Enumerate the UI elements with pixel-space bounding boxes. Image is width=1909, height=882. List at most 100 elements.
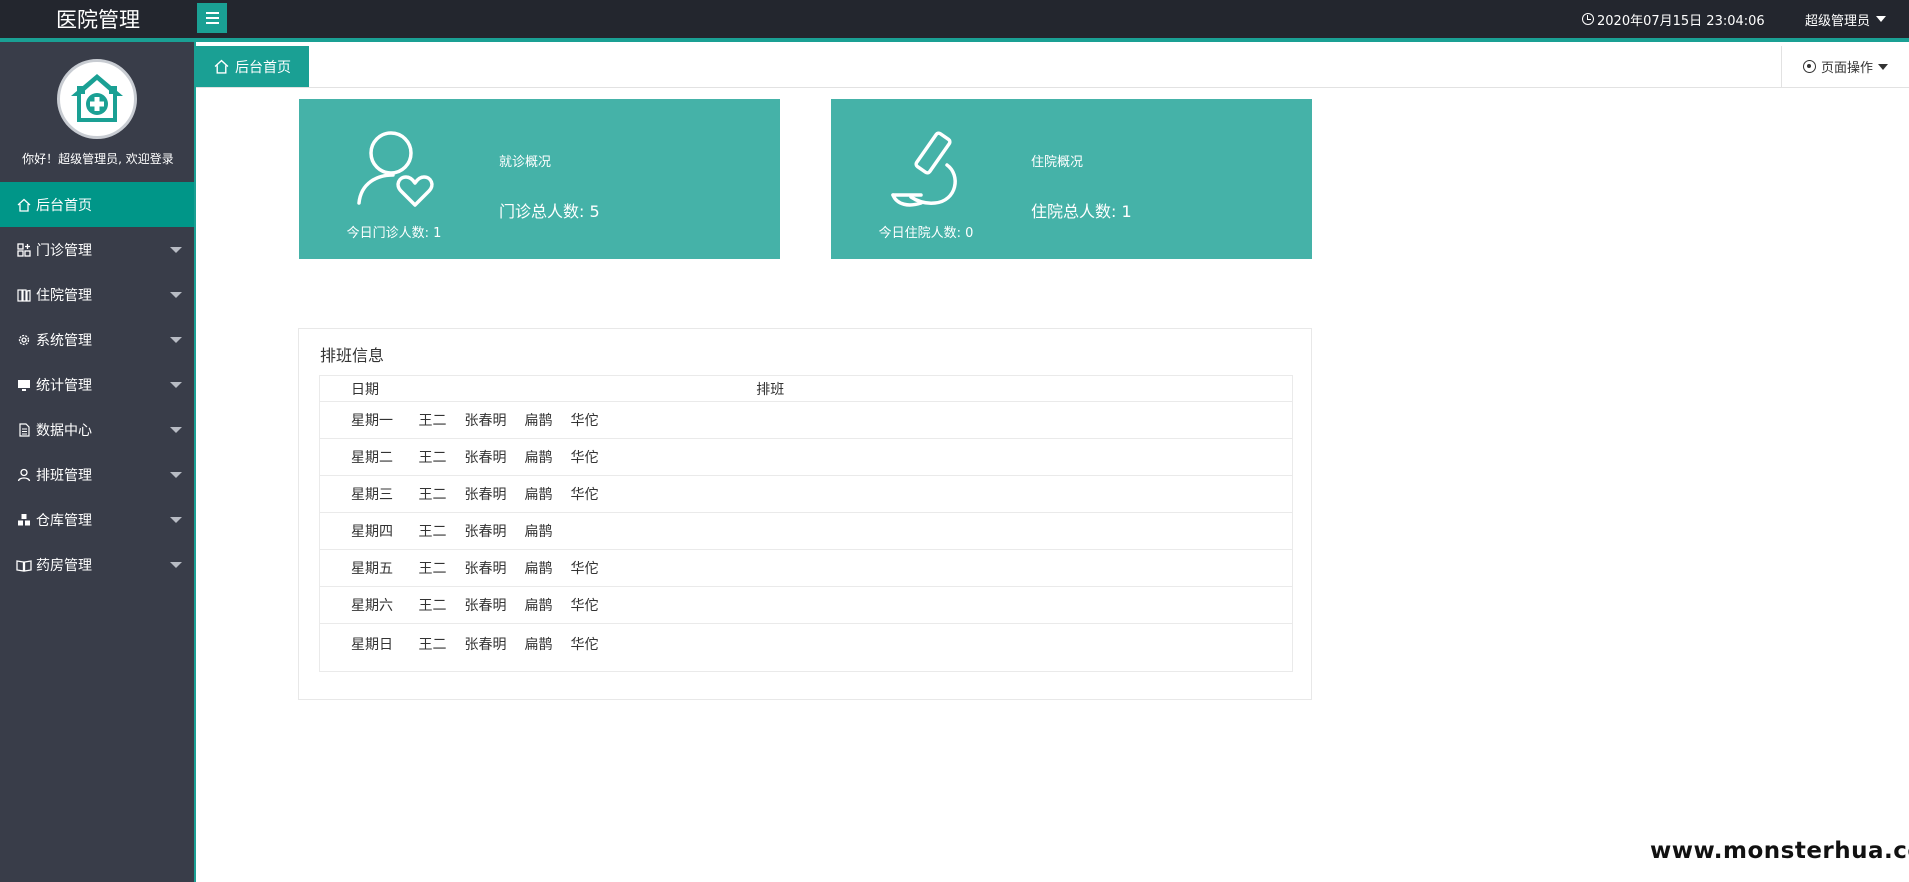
user-menu[interactable]: 超级管理员 bbox=[1805, 0, 1887, 38]
staff-name: 王二 bbox=[418, 450, 447, 466]
schedule-panel: 排班信息 日期 排班 星期一 王二 张春明 扁鹊 华佗 星期二 王二 张春明 扁鹊 华佗 bbox=[298, 328, 1312, 700]
hamburger-icon-line bbox=[205, 22, 219, 24]
names-cell: 王二 张春明 扁鹊 华佗 bbox=[418, 475, 1293, 513]
chevron-down-icon bbox=[1876, 16, 1887, 22]
monitor-icon bbox=[16, 377, 32, 393]
outpatient-overview-card: 今日门诊人数: 1 就诊概况 门诊总人数: 5 bbox=[299, 99, 780, 259]
staff-name: 张春明 bbox=[464, 598, 507, 614]
staff-name: 王二 bbox=[418, 637, 447, 653]
chevron-down-icon bbox=[1878, 63, 1888, 70]
staff-name: 华佗 bbox=[570, 637, 599, 653]
top-bar: 医院管理 2020年07月15日 23:04:06 超级管理员 bbox=[0, 0, 1909, 42]
staff-name: 扁鹊 bbox=[524, 524, 553, 540]
sidebar-item-label: 仓库管理 bbox=[36, 512, 92, 529]
table-row: 星期一 王二 张春明 扁鹊 华佗 bbox=[319, 401, 1293, 439]
staff-name: 张春明 bbox=[464, 450, 507, 466]
sidebar-item-label: 住院管理 bbox=[36, 287, 92, 304]
home-icon bbox=[16, 197, 32, 213]
staff-name: 张春明 bbox=[464, 524, 507, 540]
today-outpatient-count: 今日门诊人数: 1 bbox=[346, 226, 442, 241]
staff-name: 扁鹊 bbox=[524, 450, 553, 466]
app-title: 医院管理 bbox=[56, 8, 140, 32]
welcome-text: 你好！超级管理员, 欢迎登录 bbox=[22, 152, 174, 166]
staff-name: 华佗 bbox=[570, 487, 599, 503]
sidebar-item-label: 门诊管理 bbox=[36, 242, 92, 259]
staff-name: 扁鹊 bbox=[524, 561, 553, 577]
watermark: www.monsterhua.com bbox=[1650, 838, 1909, 864]
chevron-down-icon bbox=[170, 292, 182, 298]
user-icon bbox=[16, 467, 32, 483]
microscope-icon bbox=[891, 131, 957, 207]
staff-name: 王二 bbox=[418, 524, 447, 540]
staff-name: 扁鹊 bbox=[524, 598, 553, 614]
sidebar-item-home[interactable]: 后台首页 bbox=[0, 182, 194, 227]
sidebar-item-scheduling[interactable]: 排班管理 bbox=[0, 452, 194, 497]
card-title: 就诊概况 bbox=[499, 155, 552, 170]
staff-name: 张春明 bbox=[464, 561, 507, 577]
staff-name: 张春明 bbox=[464, 413, 507, 429]
chevron-down-icon bbox=[170, 562, 182, 568]
table-row: 星期四 王二 张春明 扁鹊 bbox=[319, 512, 1293, 550]
sidebar-item-label: 后台首页 bbox=[36, 197, 92, 214]
column-header-date: 日期 bbox=[319, 375, 419, 402]
page-operations-label: 页面操作 bbox=[1820, 61, 1873, 76]
book-icon bbox=[16, 287, 32, 303]
staff-name: 扁鹊 bbox=[524, 487, 553, 503]
staff-name: 王二 bbox=[418, 413, 447, 429]
sidebar-item-statistics[interactable]: 统计管理 bbox=[0, 362, 194, 407]
sidebar-nav: 后台首页 门诊管理 住院管理 系统管理 统计管理 数据中心 排班管理 仓库管理 … bbox=[0, 182, 194, 587]
sidebar-item-data-center[interactable]: 数据中心 bbox=[0, 407, 194, 452]
sidebar-item-outpatient[interactable]: 门诊管理 bbox=[0, 227, 194, 272]
chevron-down-icon bbox=[170, 517, 182, 523]
table-row: 星期日 王二 张春明 扁鹊 华佗 bbox=[319, 623, 1293, 672]
grid-icon bbox=[16, 242, 32, 258]
sidebar-item-label: 系统管理 bbox=[36, 332, 92, 349]
menu-toggle-button[interactable] bbox=[197, 3, 227, 33]
sidebar-item-label: 排班管理 bbox=[36, 467, 92, 484]
staff-name: 张春明 bbox=[464, 637, 507, 653]
target-icon bbox=[1802, 60, 1816, 73]
tab-bar: 后台首页 页面操作 bbox=[196, 46, 1909, 88]
day-cell: 星期日 bbox=[319, 623, 419, 672]
staff-name: 王二 bbox=[418, 487, 447, 503]
sidebar-item-pharmacy[interactable]: 药房管理 bbox=[0, 542, 194, 587]
day-cell: 星期一 bbox=[319, 401, 419, 439]
names-cell: 王二 张春明 扁鹊 华佗 bbox=[418, 586, 1293, 624]
tab-home[interactable]: 后台首页 bbox=[196, 46, 309, 87]
user-heart-icon bbox=[357, 131, 434, 207]
hamburger-icon-line bbox=[205, 17, 219, 19]
day-cell: 星期五 bbox=[319, 549, 419, 587]
names-cell: 王二 张春明 扁鹊 bbox=[418, 512, 1293, 550]
staff-name: 华佗 bbox=[570, 561, 599, 577]
chevron-down-icon bbox=[170, 472, 182, 478]
gear-icon bbox=[16, 332, 32, 348]
tab-home-label: 后台首页 bbox=[235, 59, 291, 76]
staff-name: 王二 bbox=[418, 561, 447, 577]
document-icon bbox=[16, 422, 32, 438]
sidebar-item-inpatient[interactable]: 住院管理 bbox=[0, 272, 194, 317]
page-operations-button[interactable]: 页面操作 bbox=[1781, 46, 1909, 87]
table-row: 星期二 王二 张春明 扁鹊 华佗 bbox=[319, 438, 1293, 476]
hospital-logo-icon bbox=[71, 74, 123, 122]
sidebar-item-label: 统计管理 bbox=[36, 377, 92, 394]
table-header-row: 日期 排班 bbox=[319, 375, 1293, 402]
chevron-down-icon bbox=[170, 382, 182, 388]
staff-name: 扁鹊 bbox=[524, 413, 553, 429]
inpatient-total: 住院总人数: 1 bbox=[1031, 202, 1132, 221]
sidebar-item-warehouse[interactable]: 仓库管理 bbox=[0, 497, 194, 542]
chevron-down-icon bbox=[170, 427, 182, 433]
day-cell: 星期二 bbox=[319, 438, 419, 476]
today-inpatient-count: 今日住院人数: 0 bbox=[878, 226, 974, 241]
staff-name: 扁鹊 bbox=[524, 637, 553, 653]
user-menu-label: 超级管理员 bbox=[1805, 13, 1871, 29]
sidebar-item-system[interactable]: 系统管理 bbox=[0, 317, 194, 362]
table-row: 星期六 王二 张春明 扁鹊 华佗 bbox=[319, 586, 1293, 624]
staff-name: 王二 bbox=[418, 598, 447, 614]
staff-name: 华佗 bbox=[570, 450, 599, 466]
day-cell: 星期四 bbox=[319, 512, 419, 550]
sidebar-item-label: 药房管理 bbox=[36, 557, 92, 574]
chevron-down-icon bbox=[170, 247, 182, 253]
staff-name: 张春明 bbox=[464, 487, 507, 503]
column-header-shift: 排班 bbox=[418, 375, 1293, 402]
datetime-display: 2020年07月15日 23:04:06 bbox=[1582, 0, 1765, 38]
